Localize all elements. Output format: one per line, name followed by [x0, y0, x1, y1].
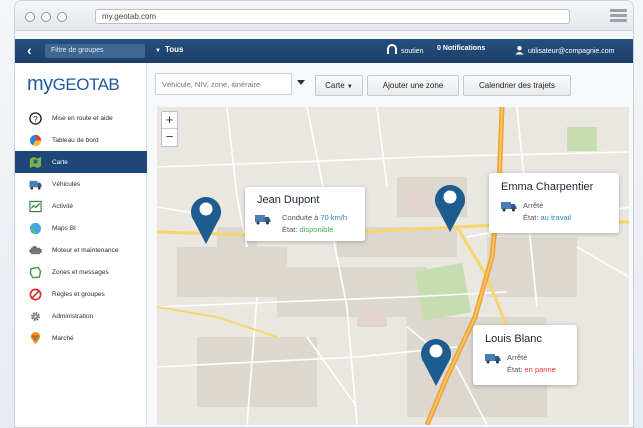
search-dropdown-icon[interactable]	[297, 80, 305, 85]
svg-text:?: ?	[33, 113, 38, 123]
sidebar-nav: ? Mise en route et aide Tableau de bord …	[15, 107, 147, 349]
headset-icon	[387, 44, 397, 54]
vehicle-state-line: État: en panne	[507, 365, 556, 374]
gear-icon	[31, 311, 40, 321]
help-icon: ?	[29, 111, 42, 125]
truck-icon	[485, 354, 501, 364]
window-close-button[interactable]	[25, 12, 35, 22]
vehicle-state-line: État: au travail	[523, 213, 571, 222]
browser-chrome: my.geotab.com	[15, 1, 633, 31]
map-icon	[29, 156, 42, 168]
back-icon[interactable]: ‹	[27, 42, 32, 58]
state-label: État:	[282, 225, 300, 234]
zone-icon	[29, 266, 42, 278]
sidebar-item-carte[interactable]: Carte	[15, 151, 147, 173]
caret-down-icon: ▼	[346, 84, 353, 90]
user-email: utilisateur@compagnie.com	[528, 48, 615, 55]
truck-icon	[255, 215, 271, 225]
user-menu[interactable]: utilisateur@compagnie.com	[515, 45, 614, 55]
group-filter-input[interactable]: Filtre de groupes	[45, 44, 145, 58]
background: my.geotab.com ‹ Filtre de groupes ▼ Tous …	[0, 0, 643, 428]
search-input[interactable]	[155, 73, 292, 95]
sidebar-item-label: Tableau de bord	[52, 136, 99, 144]
sidebar-item-label: Zones et messages	[52, 268, 109, 276]
vehicle-state-line: État: disponible	[282, 225, 333, 234]
vehicle-card-emma[interactable]: Emma Charpentier Arrêté État: au travail	[489, 173, 619, 233]
engine-icon	[29, 245, 42, 254]
sidebar: myGEOTAB ? Mise en route et aide Tableau…	[15, 63, 147, 427]
sidebar-item-vehicules[interactable]: Véhicules	[15, 173, 147, 195]
sidebar-item-maps-bi[interactable]: Maps BI	[15, 217, 147, 239]
support-label: soutien	[401, 48, 424, 55]
group-filter-value[interactable]: ▼ Tous	[155, 45, 183, 54]
menu-icon[interactable]	[610, 9, 627, 23]
sidebar-item-activite[interactable]: Activité	[15, 195, 147, 217]
app-header: ‹ Filtre de groupes ▼ Tous soutien 0 Noti…	[15, 39, 633, 63]
zoom-control: + −	[161, 111, 178, 147]
sidebar-item-marche[interactable]: Marché	[15, 327, 147, 349]
sidebar-item-label: Carte	[52, 158, 68, 166]
sidebar-item-label: Véhicules	[52, 180, 81, 188]
browser-window: my.geotab.com ‹ Filtre de groupes ▼ Tous …	[14, 0, 634, 428]
vehicle-name: Louis Blanc	[485, 333, 542, 345]
sidebar-item-aide[interactable]: ? Mise en route et aide	[15, 107, 147, 129]
vehicle-card-jean[interactable]: Jean Dupont Conduite à 70 km/h État: dis…	[245, 187, 365, 241]
map-canvas[interactable]: + − Jean Dupont Conduite à 70 km/h État:…	[157, 107, 629, 425]
vehicle-card-louis[interactable]: Louis Blanc Arrêté État: en panne	[473, 325, 577, 385]
sidebar-item-label: Maps BI	[52, 224, 76, 232]
sidebar-item-label: Mise en route et aide	[52, 114, 113, 122]
sidebar-item-zones[interactable]: Zones et messages	[15, 261, 147, 283]
sidebar-item-label: Activité	[52, 202, 73, 210]
map-view-button[interactable]: Carte ▼	[315, 75, 363, 96]
vehicle-pin-icon[interactable]	[419, 333, 453, 387]
sidebar-item-moteur[interactable]: Moteur et maintenance	[15, 239, 147, 261]
trips-calendar-button[interactable]: Calendrier des trajets	[463, 75, 571, 96]
vehicle-icon	[29, 180, 42, 190]
add-zone-button[interactable]: Ajouter une zone	[367, 75, 459, 96]
dashboard-icon	[29, 134, 42, 146]
vehicle-name: Jean Dupont	[257, 194, 320, 206]
truck-icon	[501, 202, 517, 212]
sidebar-item-administration[interactable]: Administration	[15, 305, 147, 327]
map-button-label: Carte	[325, 81, 345, 90]
vehicle-pin-icon[interactable]	[433, 179, 467, 233]
group-value-label: Tous	[164, 45, 184, 54]
support-link[interactable]: soutien	[387, 44, 424, 55]
vehicle-status-line: Arrêté	[507, 353, 528, 362]
zoom-out-button[interactable]: −	[162, 129, 177, 146]
logo-prefix: my	[27, 73, 53, 95]
state-value: disponible	[299, 225, 334, 234]
toolbar: Carte ▼ Ajouter une zone Calendrier des …	[155, 71, 625, 97]
state-label: État:	[507, 365, 525, 374]
window-minimize-button[interactable]	[41, 12, 51, 22]
vehicle-status-line: Arrêté	[523, 201, 544, 210]
vehicle-name: Emma Charpentier	[501, 181, 594, 193]
sidebar-item-label: Marché	[52, 334, 74, 342]
notifications-link[interactable]: 0 Notifications	[437, 45, 485, 52]
address-bar[interactable]: my.geotab.com	[95, 9, 570, 24]
caret-down-icon: ▼	[155, 48, 161, 54]
window-maximize-button[interactable]	[57, 12, 67, 22]
sidebar-item-regles[interactable]: Règles et groupes	[15, 283, 147, 305]
marketplace-icon	[30, 331, 41, 344]
state-label: État:	[523, 213, 541, 222]
globe-icon	[29, 222, 42, 234]
sidebar-item-label: Moteur et maintenance	[52, 246, 119, 254]
sidebar-item-tableau[interactable]: Tableau de bord	[15, 129, 147, 151]
logo[interactable]: myGEOTAB	[27, 73, 120, 96]
activity-icon	[29, 200, 42, 212]
status-text: Conduite à	[282, 213, 321, 222]
state-value: au travail	[540, 213, 571, 222]
rules-icon	[29, 288, 42, 300]
sidebar-item-label: Règles et groupes	[52, 290, 105, 298]
zoom-in-button[interactable]: +	[162, 112, 177, 129]
state-value: en panne	[524, 365, 556, 374]
sidebar-item-label: Administration	[52, 312, 94, 320]
logo-main: GEOTAB	[52, 75, 120, 94]
user-icon	[515, 46, 524, 55]
vehicle-pin-icon[interactable]	[189, 191, 223, 245]
vehicle-status-line: Conduite à 70 km/h	[282, 213, 347, 222]
speed-value: 70 km/h	[320, 213, 348, 222]
